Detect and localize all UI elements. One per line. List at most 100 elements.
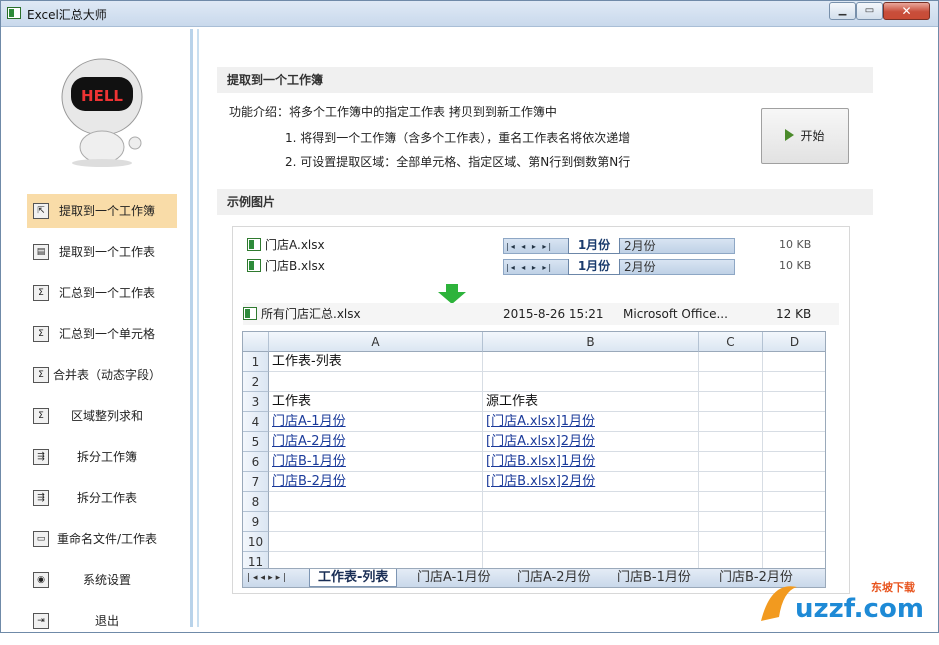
row-header[interactable]: 4 <box>243 412 269 432</box>
grid-cell[interactable] <box>269 532 483 552</box>
sidebar-item-0[interactable]: ⇱ 提取到一个工作簿 <box>27 194 177 228</box>
row-header[interactable]: 9 <box>243 512 269 532</box>
grid-cell[interactable] <box>763 472 825 492</box>
grid-cell[interactable] <box>483 352 699 372</box>
row-header[interactable]: 2 <box>243 372 269 392</box>
cell-hyperlink[interactable]: 门店A-1月份 <box>272 414 346 429</box>
feature-bullet-1: 1. 将得到一个工作簿（含多个工作表），重名工作表名将依次递增 <box>285 131 631 145</box>
grid-cell[interactable] <box>699 512 763 532</box>
cell-hyperlink[interactable]: [门店A.xlsx]1月份 <box>486 414 595 429</box>
grid-cell[interactable] <box>763 512 825 532</box>
summary-file: 所有门店汇总.xlsx <box>243 303 361 325</box>
grid-cell[interactable] <box>763 412 825 432</box>
grid-cell[interactable]: 门店B-1月份 <box>269 452 483 472</box>
row-header[interactable]: 6 <box>243 452 269 472</box>
grid-cell[interactable]: [门店B.xlsx]1月份 <box>483 452 699 472</box>
grid-cell[interactable] <box>763 432 825 452</box>
grid-cell[interactable] <box>699 532 763 552</box>
cell-hyperlink[interactable]: [门店B.xlsx]1月份 <box>486 454 595 469</box>
grid-cell[interactable] <box>269 492 483 512</box>
grid-cell[interactable] <box>699 472 763 492</box>
sidebar-item-8[interactable]: ▭ 重命名文件/工作表 <box>27 522 177 563</box>
row-header[interactable]: 1 <box>243 352 269 372</box>
feature-bullet-2: 2. 可设置提取区域：全部单元格、指定区域、第N行到倒数第N行 <box>285 155 631 169</box>
row-header[interactable]: 3 <box>243 392 269 412</box>
sheet-nav-arrows-icon[interactable]: |◂◂▸▸| <box>247 569 289 587</box>
grid-cell[interactable]: [门店A.xlsx]2月份 <box>483 432 699 452</box>
sidebar-item-label: 合并表（动态字段） <box>52 368 161 382</box>
close-button[interactable]: ✕ <box>883 2 930 20</box>
sidebar-item-2[interactable]: Σ 汇总到一个工作表 <box>27 276 177 317</box>
column-header[interactable]: C <box>699 332 763 352</box>
sheet-tab[interactable]: 门店B-1月份 <box>617 569 691 587</box>
column-header[interactable]: D <box>763 332 825 352</box>
grid-cell[interactable] <box>763 352 825 372</box>
sidebar-item-6[interactable]: ⇶ 拆分工作簿 <box>27 440 177 481</box>
maximize-button[interactable]: ▭ <box>856 2 883 20</box>
example-image: 门店A.xlsx |◂ ◂ ▸ ▸| 1月份 2月份 10 KB 门店B.xlsx … <box>232 226 850 594</box>
sheet-tab[interactable]: 门店A-2月份 <box>517 569 591 587</box>
grid-cell[interactable] <box>763 392 825 412</box>
row-header[interactable]: 7 <box>243 472 269 492</box>
grid-cell[interactable]: 源工作表 <box>483 392 699 412</box>
cell-hyperlink[interactable]: [门店A.xlsx]2月份 <box>486 434 595 449</box>
start-label: 开始 <box>800 129 825 143</box>
cell-hyperlink[interactable]: [门店B.xlsx]2月份 <box>486 474 595 489</box>
row-header[interactable]: 5 <box>243 432 269 452</box>
grid-cell[interactable] <box>763 372 825 392</box>
cell-hyperlink[interactable]: 门店A-2月份 <box>272 434 346 449</box>
mini-tab-active: 1月份 <box>568 238 620 254</box>
sidebar-item-label: 汇总到一个工作表 <box>58 286 155 300</box>
sheet-tab[interactable]: 工作表-列表 <box>309 569 398 587</box>
sidebar-item-7[interactable]: ⇶ 拆分工作表 <box>27 481 177 522</box>
grid-cell[interactable] <box>699 452 763 472</box>
sidebar-item-4[interactable]: Σ 合并表（动态字段） <box>27 358 177 399</box>
sidebar-item-5[interactable]: Σ 区域整列求和 <box>27 399 177 440</box>
row-header[interactable]: 8 <box>243 492 269 512</box>
cell-text: 工作表 <box>272 394 312 409</box>
grid-cell[interactable] <box>699 432 763 452</box>
minimize-button[interactable]: ▁ <box>829 2 856 20</box>
sidebar-item-9[interactable]: ◉ 系统设置 <box>27 563 177 604</box>
row-header[interactable]: 10 <box>243 532 269 552</box>
grid-cell[interactable] <box>763 452 825 472</box>
grid-cell[interactable] <box>699 372 763 392</box>
sheet-tab[interactable]: 门店A-1月份 <box>417 569 491 587</box>
sidebar-item-1[interactable]: ▤ 提取到一个工作表 <box>27 235 177 276</box>
title-bar[interactable]: Excel汇总大师 ▁ ▭ ✕ <box>1 1 938 27</box>
grid-cell[interactable]: 门店B-2月份 <box>269 472 483 492</box>
grid-cell[interactable]: 工作表 <box>269 392 483 412</box>
grid-cell[interactable]: 门店A-1月份 <box>269 412 483 432</box>
column-header[interactable]: A <box>269 332 483 352</box>
grid-cell[interactable] <box>483 512 699 532</box>
play-icon <box>785 129 795 141</box>
column-header[interactable]: B <box>483 332 699 352</box>
file-row-a: 门店A.xlsx <box>247 235 325 255</box>
grid-cell[interactable]: [门店B.xlsx]2月份 <box>483 472 699 492</box>
grid-cell[interactable] <box>699 392 763 412</box>
grid-cell[interactable] <box>483 532 699 552</box>
grid-cell[interactable] <box>269 512 483 532</box>
sidebar-item-10[interactable]: ⇥ 退出 <box>27 604 177 645</box>
sidebar-nav: ⇱ 提取到一个工作簿 ▤ 提取到一个工作表 Σ 汇总到一个工作表 Σ 汇总到一个单元格 Σ 合并表… <box>27 194 177 645</box>
cell-hyperlink[interactable]: 门店B-2月份 <box>272 474 346 489</box>
grid-cell[interactable] <box>699 492 763 512</box>
start-button[interactable]: 开始 <box>761 108 849 164</box>
summary-file-date: 2015-8-26 15:21 <box>503 307 604 321</box>
grid-cell[interactable] <box>699 352 763 372</box>
grid-cell[interactable] <box>269 372 483 392</box>
grid-corner[interactable] <box>243 332 269 352</box>
mini-tab-active: 1月份 <box>568 259 620 275</box>
grid-cell[interactable] <box>763 532 825 552</box>
grid-cell[interactable] <box>699 412 763 432</box>
grid-cell[interactable]: [门店A.xlsx]1月份 <box>483 412 699 432</box>
cell-hyperlink[interactable]: 门店B-1月份 <box>272 454 346 469</box>
grid-cell[interactable]: 工作表-列表 <box>269 352 483 372</box>
window-title: Excel汇总大师 <box>27 8 107 22</box>
grid-cell[interactable] <box>483 492 699 512</box>
grid-cell[interactable] <box>483 372 699 392</box>
summary-file-name: 所有门店汇总.xlsx <box>261 307 361 321</box>
grid-cell[interactable]: 门店A-2月份 <box>269 432 483 452</box>
grid-cell[interactable] <box>763 492 825 512</box>
sidebar-item-3[interactable]: Σ 汇总到一个单元格 <box>27 317 177 358</box>
